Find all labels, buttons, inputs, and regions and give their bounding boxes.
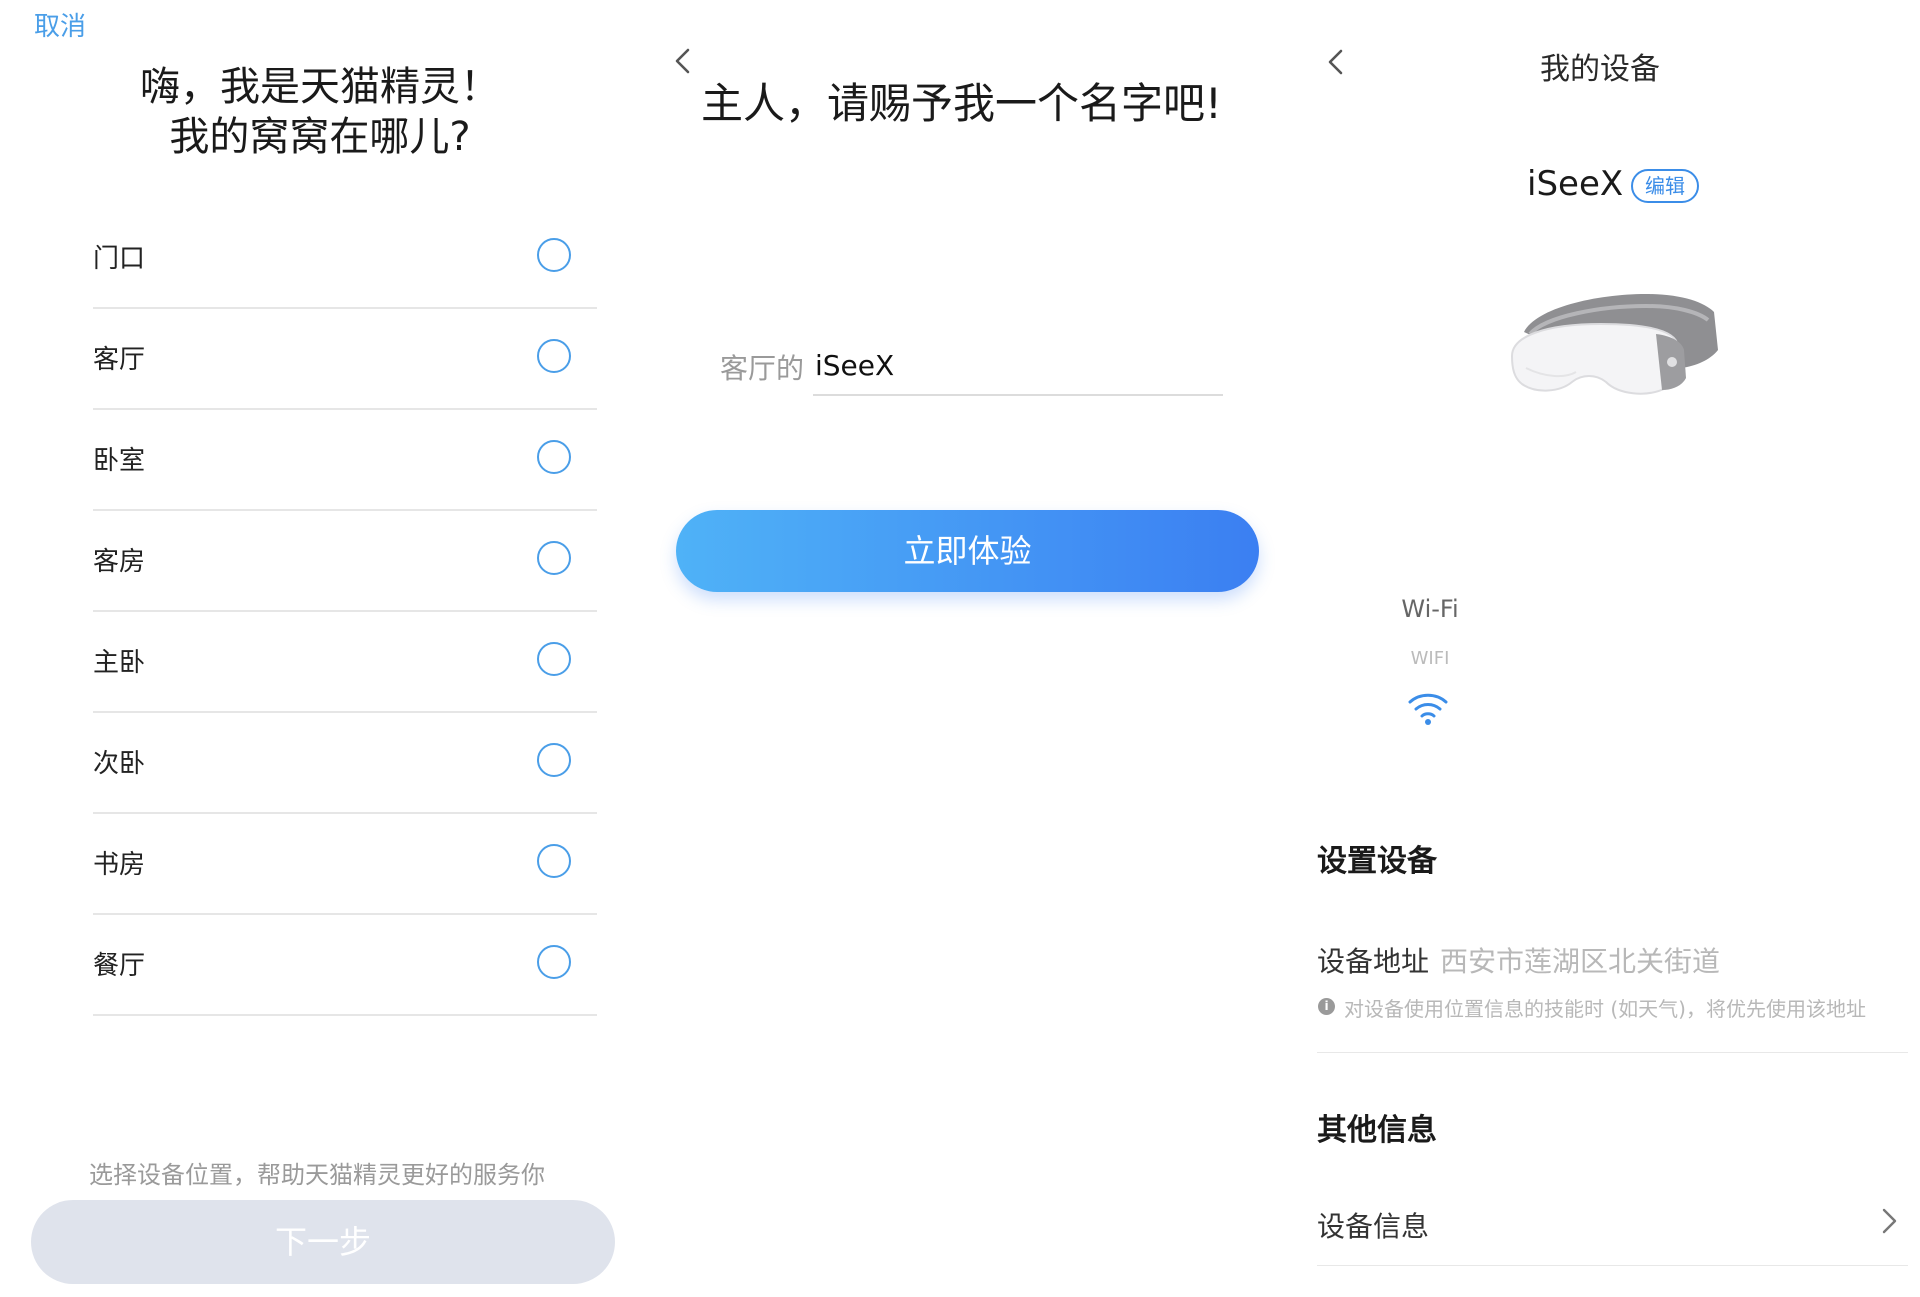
next-step-button[interactable]: 下一步 xyxy=(31,1200,615,1284)
radio-button[interactable] xyxy=(537,440,571,474)
room-option-master-bedroom[interactable]: 主卧 xyxy=(93,612,597,713)
divider xyxy=(1317,1052,1908,1053)
chevron-right-icon xyxy=(1878,1205,1900,1237)
location-hint: 选择设备位置，帮助天猫精灵更好的服务你 xyxy=(89,1161,545,1189)
room-label: 客房 xyxy=(93,547,146,577)
room-option-bedroom[interactable]: 卧室 xyxy=(93,410,597,511)
name-prefix: 客厅的 xyxy=(720,352,805,385)
wifi-sublabel: WIFI xyxy=(1410,648,1450,669)
room-option-entrance[interactable]: 门口 xyxy=(93,208,597,309)
room-label: 书房 xyxy=(93,850,146,880)
section-title-setup: 设置设备 xyxy=(1317,844,1437,879)
section-title-other: 其他信息 xyxy=(1317,1113,1437,1148)
radio-button[interactable] xyxy=(537,238,571,272)
divider xyxy=(1317,1265,1908,1266)
room-option-second-bedroom[interactable]: 次卧 xyxy=(93,713,597,814)
address-value[interactable]: 西安市莲湖区北关街道 xyxy=(1440,940,1720,980)
info-icon: i xyxy=(1318,998,1335,1015)
title-line-2: 我的窝窝在哪儿? xyxy=(169,114,471,160)
cancel-button[interactable]: 取消 xyxy=(34,6,86,43)
room-label: 门口 xyxy=(93,244,146,274)
my-device-screen: 我的设备 iSeeX 编辑 Wi-Fi WIFI 设置设备 设备地址 西安市莲湖… xyxy=(1280,0,1920,1297)
room-option-guest-room[interactable]: 客房 xyxy=(93,511,597,612)
room-option-living-room[interactable]: 客厅 xyxy=(93,309,597,410)
radio-button[interactable] xyxy=(537,642,571,676)
radio-button[interactable] xyxy=(537,844,571,878)
try-now-button[interactable]: 立即体验 xyxy=(676,510,1259,592)
device-info-label: 设备信息 xyxy=(1317,1210,1430,1243)
radio-button[interactable] xyxy=(537,541,571,575)
page-title: 主人，请赐予我一个名字吧! xyxy=(701,79,1222,128)
room-option-study[interactable]: 书房 xyxy=(93,814,597,915)
room-label: 餐厅 xyxy=(93,951,146,981)
room-option-partial[interactable] xyxy=(93,1016,597,1046)
location-select-screen: 取消 嗨，我是天猫精灵！ 我的窝窝在哪儿? 门口 客厅 卧室 客房 主卧 次卧 … xyxy=(0,0,640,1297)
room-label: 客厅 xyxy=(93,345,146,375)
address-label: 设备地址 xyxy=(1317,945,1430,978)
device-name: iSeeX xyxy=(1527,164,1624,204)
naming-screen: 主人，请赐予我一个名字吧! 客厅的 立即体验 xyxy=(640,0,1280,1297)
room-label: 主卧 xyxy=(93,648,146,678)
title-line-1: 嗨，我是天猫精灵！ xyxy=(140,64,500,110)
wifi-label: Wi-Fi xyxy=(1401,595,1459,623)
edit-button[interactable]: 编辑 xyxy=(1631,169,1699,203)
page-title: 我的设备 xyxy=(1540,52,1660,87)
device-name-input[interactable] xyxy=(813,336,1223,396)
radio-button[interactable] xyxy=(537,743,571,777)
room-option-dining-room[interactable]: 餐厅 xyxy=(93,915,597,1016)
room-list: 门口 客厅 卧室 客房 主卧 次卧 书房 餐厅 xyxy=(93,208,597,1046)
radio-button[interactable] xyxy=(537,945,571,979)
wifi-icon[interactable] xyxy=(1396,688,1460,728)
room-label: 次卧 xyxy=(93,749,146,779)
back-icon[interactable] xyxy=(668,46,698,76)
room-label: 卧室 xyxy=(93,446,146,476)
device-image xyxy=(1506,280,1726,410)
radio-button[interactable] xyxy=(537,339,571,373)
address-note: 对设备使用位置信息的技能时 (如天气)，将优先使用该地址 xyxy=(1344,997,1866,1021)
